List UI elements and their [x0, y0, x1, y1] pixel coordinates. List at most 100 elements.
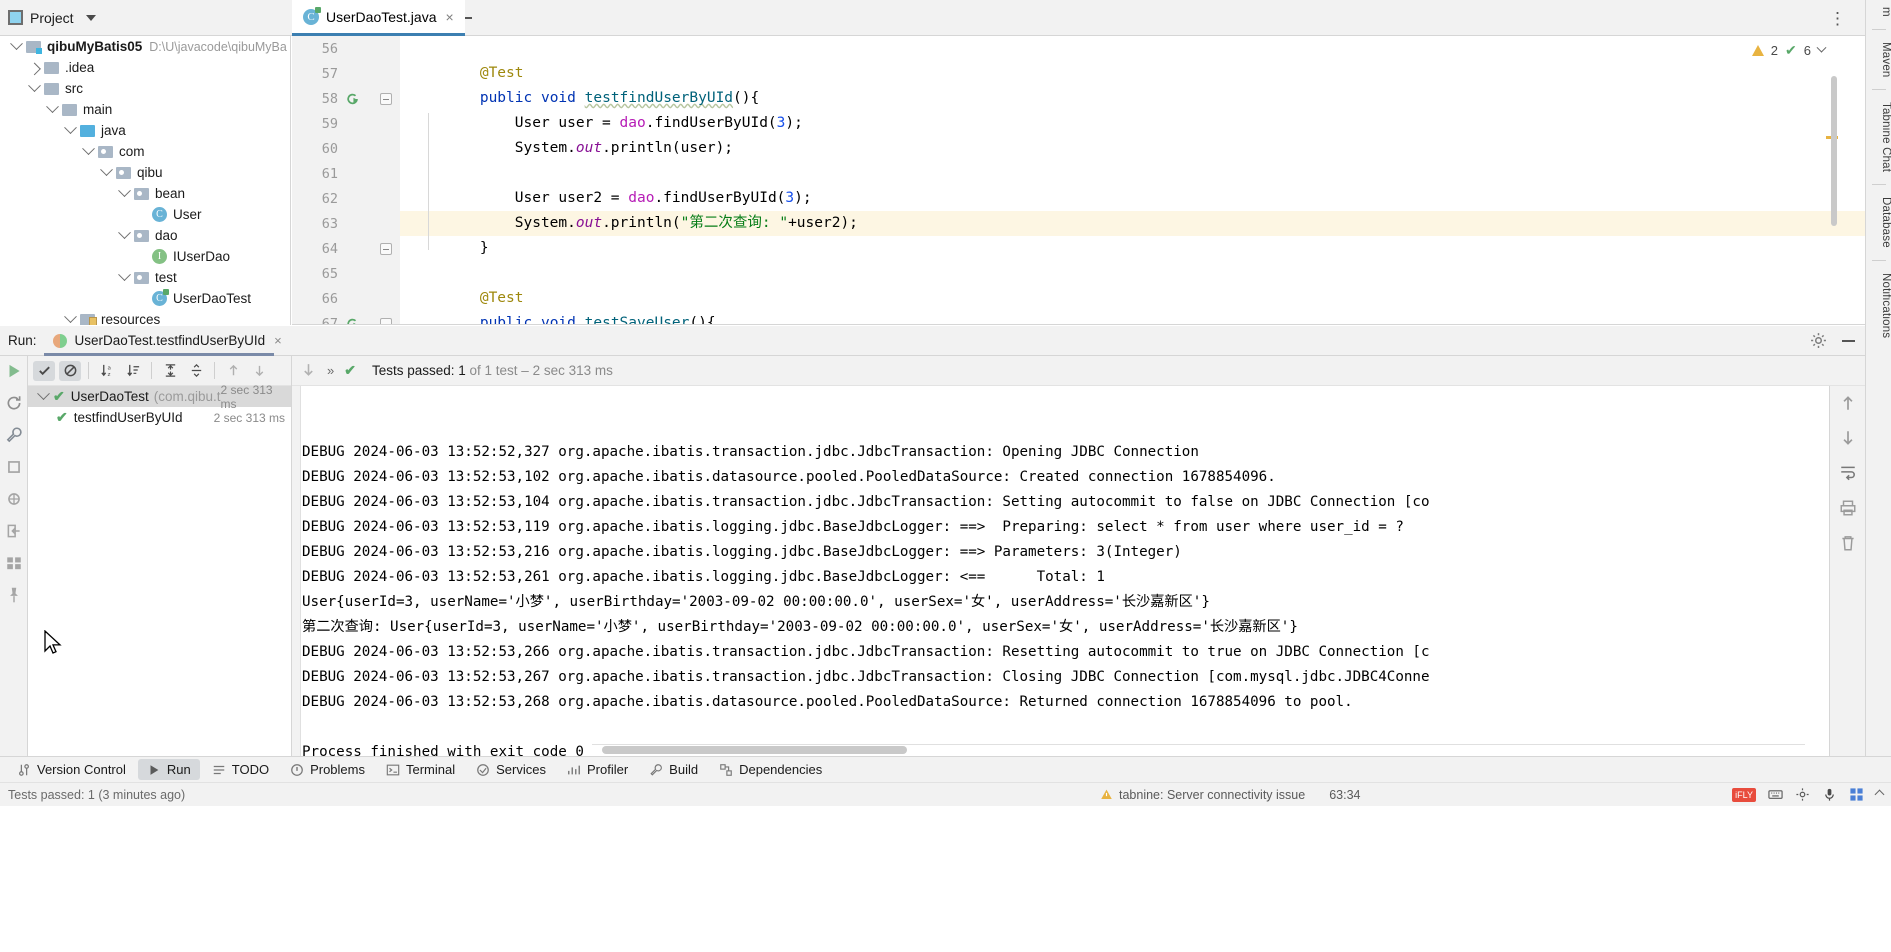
expand-all-button[interactable] [159, 361, 181, 381]
project-tree-item[interactable]: I IUserDao [0, 246, 290, 267]
caret-position[interactable]: 63:34 [1329, 788, 1360, 802]
coverage-icon[interactable] [5, 490, 23, 508]
code-line[interactable]: @Test [400, 286, 1865, 311]
chevron-down-icon[interactable] [6, 37, 26, 51]
scroll-down-icon[interactable] [1839, 429, 1857, 447]
gutter-line[interactable]: 65 [292, 261, 400, 286]
next-failed-test-button[interactable] [248, 361, 270, 381]
chevron-down-icon[interactable] [33, 387, 53, 401]
project-tree-item[interactable]: dao [0, 225, 290, 246]
gutter-line[interactable]: 61 [292, 161, 400, 186]
project-tree-item[interactable]: resources [0, 309, 290, 325]
scroll-up-icon[interactable] [1839, 394, 1857, 412]
ime-badge[interactable]: iFLY [1732, 787, 1756, 802]
gutter-line[interactable]: 63 [292, 211, 400, 236]
run-test-gutter-icon[interactable] [346, 92, 360, 106]
bottom-bar-item-todo[interactable]: TODO [203, 759, 278, 780]
bottom-bar-item-build[interactable]: Build [640, 759, 707, 780]
trash-icon[interactable] [1839, 534, 1857, 552]
sidebar-item-m[interactable]: m [1866, 0, 1891, 24]
project-tree-item[interactable]: java [0, 120, 290, 141]
code-line[interactable] [400, 261, 1865, 286]
chevron-down-icon[interactable] [96, 163, 116, 177]
code-editor[interactable]: 56 57 58 59 60 61 62 63 64 65 66 67 @Test public vo… [292, 36, 1865, 325]
bottom-bar-item-services[interactable]: Services [467, 759, 555, 780]
test-console[interactable]: » ✔ Tests passed: 1 of 1 test – 2 sec 31… [292, 356, 1865, 756]
chevron-down-icon[interactable] [78, 142, 98, 156]
project-tree-item[interactable]: src [0, 78, 290, 99]
rerun-icon[interactable] [5, 394, 23, 412]
grid-icon[interactable] [1849, 787, 1864, 802]
settings-icon[interactable] [1795, 787, 1810, 802]
sort-alphabetically-button[interactable]: az [96, 361, 118, 381]
gutter-line[interactable]: 56 [292, 36, 400, 61]
project-tree-item[interactable]: test [0, 267, 290, 288]
bottom-bar-item-version-control[interactable]: Version Control [8, 759, 135, 780]
collapse-all-button[interactable] [185, 361, 207, 381]
console-output[interactable]: DEBUG 2024-06-03 13:52:52,327 org.apache… [292, 386, 1865, 756]
tabnine-warning[interactable]: tabnine: Server connectivity issue 63:34 [1100, 788, 1361, 802]
test-tree-row[interactable]: ✔ testfindUserByUId 2 sec 313 ms [28, 407, 291, 428]
console-hscrollbar[interactable] [602, 746, 907, 754]
run-config-name[interactable]: UserDaoTest.testfindUserByUId [75, 333, 266, 348]
code-line[interactable]: public void testfindUserByUId(){ [400, 86, 1865, 111]
project-tool-window-header[interactable]: Project [0, 0, 290, 35]
project-tree-item[interactable]: qibu [0, 162, 290, 183]
code-line[interactable]: User user = dao.findUserByUId(3); [400, 111, 1865, 136]
code-fold-marker[interactable] [380, 92, 392, 105]
bottom-bar-item-terminal[interactable]: Terminal [377, 759, 464, 780]
chevron-down-icon[interactable] [60, 121, 80, 135]
gutter-line[interactable]: 58 [292, 86, 400, 111]
sidebar-item-notifications[interactable]: Notifications [1866, 266, 1891, 345]
chevron-down-icon[interactable] [1816, 42, 1827, 53]
keyboard-icon[interactable] [1768, 787, 1783, 802]
sidebar-item-maven[interactable]: Maven [1866, 35, 1891, 85]
chevron-down-icon[interactable] [114, 226, 134, 240]
pin-icon[interactable] [5, 586, 23, 604]
code-line[interactable]: public void testSaveUser(){ [400, 311, 1865, 325]
chevron-down-icon[interactable] [60, 310, 80, 324]
layout-icon[interactable] [5, 554, 23, 572]
code-line[interactable] [400, 36, 1865, 61]
chevron-down-icon[interactable] [42, 100, 62, 114]
microphone-icon[interactable] [1822, 787, 1837, 802]
project-tree-item[interactable]: com [0, 141, 290, 162]
gutter-line[interactable]: 62 [292, 186, 400, 211]
gutter-line[interactable]: 64 [292, 236, 400, 261]
editor-tab-userdaotest[interactable]: C UserDaoTest.java × [292, 0, 465, 36]
gear-icon[interactable] [1810, 332, 1827, 349]
test-results-tree[interactable]: az ✔ UserDaoTest (com.qibu.t 2 sec 313 m… [28, 356, 292, 756]
gutter-line[interactable]: 60 [292, 136, 400, 161]
chevron-right-icon[interactable] [24, 62, 44, 76]
more-actions-icon[interactable]: » [327, 363, 334, 378]
project-tree-item[interactable]: qibuMyBatis05 D:\U\javacode\qibuMyBa [0, 36, 290, 57]
sort-by-duration-button[interactable] [122, 361, 144, 381]
bottom-bar-item-problems[interactable]: Problems [281, 759, 374, 780]
inspection-widget[interactable]: 2 ✔ 6 [1751, 42, 1827, 59]
code-line[interactable] [400, 161, 1865, 186]
project-tree-item[interactable]: main [0, 99, 290, 120]
minimize-icon[interactable] [1842, 339, 1855, 342]
bottom-bar-item-profiler[interactable]: Profiler [558, 759, 637, 780]
bottom-bar-item-run[interactable]: Run [137, 759, 200, 780]
bottom-bar-item-dependencies[interactable]: Dependencies [710, 759, 831, 780]
print-icon[interactable] [1839, 499, 1857, 517]
code-line[interactable]: System.out.println(user); [400, 136, 1865, 161]
gutter-line[interactable]: 59 [292, 111, 400, 136]
chevron-up-icon[interactable] [1874, 789, 1885, 800]
chevron-down-icon[interactable] [24, 79, 44, 93]
wrench-icon[interactable] [5, 426, 23, 444]
sidebar-item-tabnine-chat[interactable]: Tabnine Chat [1866, 95, 1891, 179]
code-line[interactable]: } [400, 236, 1865, 261]
prev-failed-test-button[interactable] [222, 361, 244, 381]
chevron-down-icon[interactable] [85, 14, 96, 21]
project-tree-panel[interactable]: qibuMyBatis05 D:\U\javacode\qibuMyBa .idea… [0, 36, 291, 325]
editor-vscrollbar[interactable] [1831, 76, 1837, 226]
code-line[interactable]: User user2 = dao.findUserByUId(3); [400, 186, 1865, 211]
editor-gutter[interactable]: 56 57 58 59 60 61 62 63 64 65 66 67 [292, 36, 400, 325]
close-icon[interactable]: × [446, 9, 454, 25]
gutter-line[interactable]: 66 [292, 286, 400, 311]
close-icon[interactable]: × [274, 333, 282, 348]
code-fold-marker[interactable] [380, 242, 392, 255]
project-tree-item[interactable]: bean [0, 183, 290, 204]
